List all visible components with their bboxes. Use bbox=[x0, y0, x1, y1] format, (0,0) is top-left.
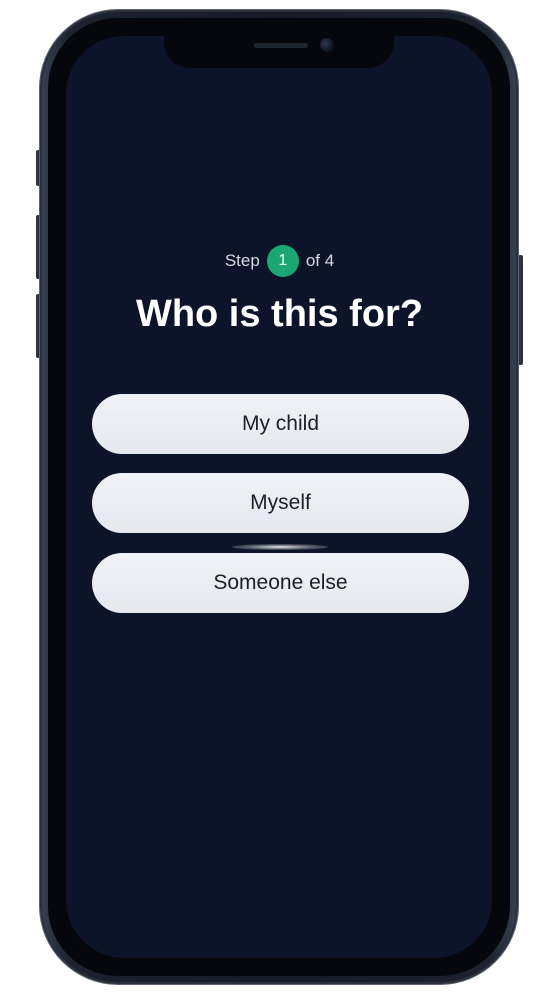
onboarding-content: Step 1 of 4 Who is this for? My child My… bbox=[0, 0, 559, 1000]
step-total: of 4 bbox=[305, 251, 335, 270]
step-indicator: Step 1 of 4 bbox=[0, 245, 559, 277]
step-number-badge: 1 bbox=[266, 245, 299, 277]
option-myself-button[interactable]: Myself bbox=[92, 473, 469, 533]
page-title: Who is this for? bbox=[135, 293, 424, 335]
screen-glare bbox=[232, 544, 328, 550]
device-mockup: Step 1 of 4 Who is this for? My child My… bbox=[0, 0, 559, 1000]
option-someone-else-button[interactable]: Someone else bbox=[92, 553, 469, 613]
option-label: Someone else bbox=[213, 571, 348, 594]
option-label: Myself bbox=[250, 491, 311, 514]
option-my-child-button[interactable]: My child bbox=[92, 394, 469, 454]
option-label: My child bbox=[241, 412, 320, 435]
step-prefix: Step bbox=[224, 251, 260, 270]
